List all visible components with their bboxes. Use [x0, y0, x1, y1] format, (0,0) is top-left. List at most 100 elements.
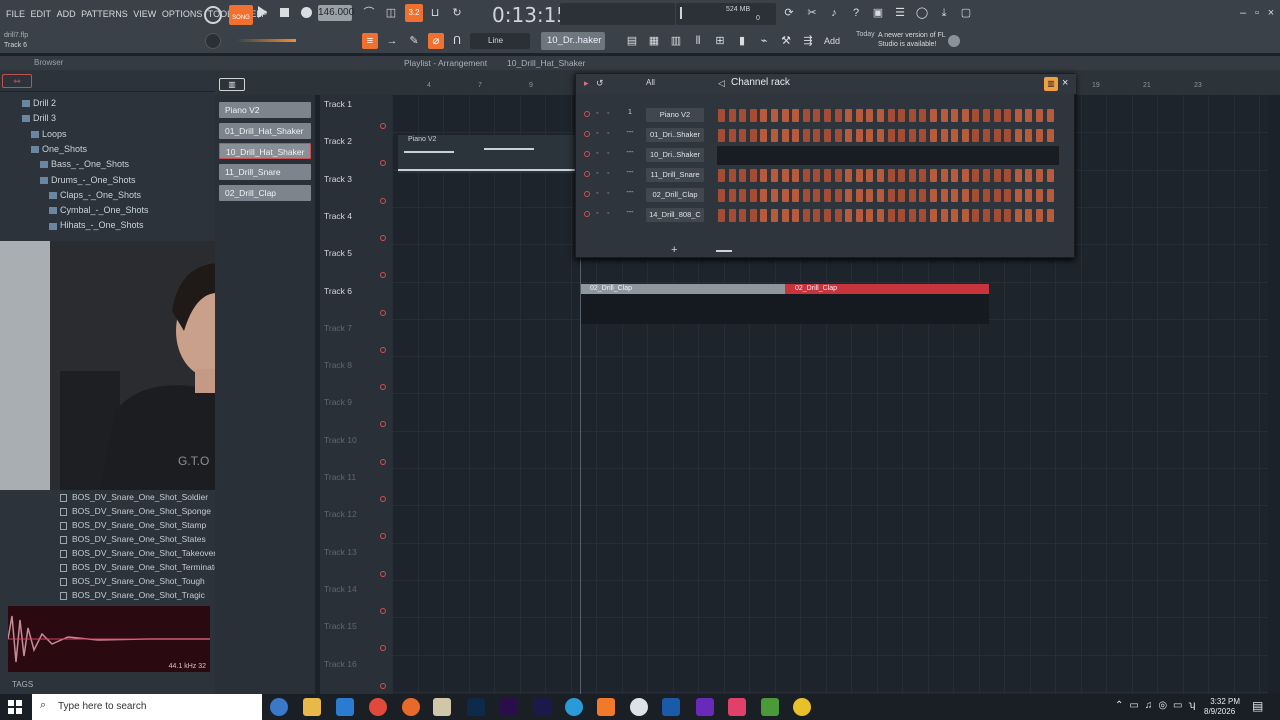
step-button[interactable] — [866, 129, 874, 142]
app-icon[interactable] — [728, 698, 746, 716]
step-button[interactable] — [961, 109, 969, 122]
volume-knob-icon[interactable]: ◦ — [607, 150, 609, 157]
step-button[interactable] — [1046, 169, 1054, 182]
step-button[interactable] — [940, 129, 948, 142]
channel-led[interactable] — [584, 191, 590, 197]
rack-filter[interactable]: All — [646, 78, 655, 87]
step-button[interactable] — [940, 209, 948, 222]
step-button[interactable] — [930, 129, 937, 142]
paint-icon[interactable]: ⌀ — [428, 33, 444, 49]
step-button[interactable] — [760, 109, 768, 122]
rack-arrow-icon[interactable]: ▸ — [584, 78, 589, 89]
channel-rack-window[interactable]: ▸ ↺ All ◁ Channel rack ▥ × ◦ ◦ 1 Piano V2 ◦ ◦… — [575, 73, 1076, 258]
channel-led[interactable] — [584, 131, 590, 137]
track-name[interactable]: Track 14 — [324, 584, 357, 594]
store-icon[interactable] — [336, 698, 354, 716]
step-button[interactable] — [845, 169, 853, 182]
pan-knob-icon[interactable]: ◦ — [596, 170, 598, 177]
file-explorer-icon[interactable] — [303, 698, 321, 716]
piano-roll-preview[interactable] — [717, 146, 1059, 165]
graph-editor-icon[interactable]: ▥ — [1044, 77, 1058, 91]
step-button[interactable] — [877, 169, 884, 182]
clip-clap-a[interactable]: 02_Drill_Clap — [580, 284, 785, 294]
add-channel-button[interactable]: + — [671, 244, 677, 256]
step-button[interactable] — [972, 129, 980, 142]
step-button[interactable] — [771, 189, 778, 202]
step-button[interactable] — [919, 189, 927, 202]
step-button[interactable] — [940, 169, 948, 182]
step-button[interactable] — [877, 209, 884, 222]
playlist-icon[interactable]: ▤ — [625, 34, 639, 48]
step-button[interactable] — [1046, 209, 1054, 222]
track-mute-led[interactable] — [380, 682, 386, 689]
step-button[interactable] — [1025, 209, 1033, 222]
track-mute-led[interactable] — [380, 607, 386, 614]
channel-row[interactable]: ◦ ◦ 1 Piano V2 — [576, 106, 1076, 126]
play-icon[interactable] — [258, 6, 267, 18]
news-icon[interactable] — [948, 35, 960, 47]
rack-swing-icon[interactable]: ↺ — [596, 78, 604, 89]
tags-label[interactable]: TAGS — [12, 680, 33, 689]
step-button[interactable] — [1004, 189, 1012, 202]
volume-knob-icon[interactable]: ◦ — [607, 210, 609, 217]
step-button[interactable] — [1004, 129, 1012, 142]
step-button[interactable] — [781, 169, 789, 182]
tree-folder[interactable]: Drums_-_One_Shots — [0, 175, 136, 190]
step-button[interactable] — [1014, 169, 1022, 182]
stop-icon[interactable] — [280, 8, 289, 17]
step-button[interactable] — [802, 129, 810, 142]
track-mute-led[interactable] — [380, 272, 386, 279]
step-button[interactable] — [951, 169, 959, 182]
touch-icon[interactable]: ⇶ — [801, 34, 815, 48]
track-mute-led[interactable] — [380, 570, 386, 577]
track-name[interactable]: Track 2 — [324, 136, 352, 146]
step-button[interactable] — [855, 109, 863, 122]
file-item[interactable]: BOS_DV_Snare_One_Shot_Terminator — [60, 562, 222, 576]
tree-folder[interactable]: Drill 2 — [0, 98, 56, 113]
track-mute-led[interactable] — [380, 346, 386, 353]
mic-icon[interactable]: ♪ — [827, 6, 841, 20]
wait-icon[interactable]: ◫ — [384, 6, 398, 20]
step-button[interactable] — [728, 209, 736, 222]
mixer-track-number[interactable]: --- — [622, 149, 638, 161]
step-button[interactable] — [813, 129, 821, 142]
mixer-track-number[interactable]: --- — [622, 209, 638, 221]
step-button[interactable] — [845, 109, 853, 122]
step-button[interactable] — [792, 209, 800, 222]
track-name[interactable]: Track 8 — [324, 360, 352, 370]
step-button[interactable] — [771, 209, 778, 222]
step-button[interactable] — [898, 189, 906, 202]
channel-name-button[interactable]: 10_Dri..Shaker — [646, 148, 704, 162]
step-button[interactable] — [1036, 209, 1043, 222]
track-name[interactable]: Track 10 — [324, 435, 357, 445]
pattern-picker-item[interactable]: 11_Drill_Snare — [219, 164, 311, 181]
menu-edit[interactable]: EDIT — [31, 9, 52, 19]
step-button[interactable] — [749, 189, 757, 202]
step-button[interactable] — [792, 129, 800, 142]
pan-knob-icon[interactable]: ◦ — [596, 110, 598, 117]
step-button[interactable] — [1036, 129, 1043, 142]
file-item[interactable]: BOS_DV_Snare_One_Shot_Takeover — [60, 548, 216, 562]
mixer-track-number[interactable]: 1 — [622, 109, 638, 121]
track-mute-led[interactable] — [380, 458, 386, 465]
track-name[interactable]: Track 6 — [324, 286, 352, 296]
step-button[interactable] — [1046, 129, 1054, 142]
track-name[interactable]: Track 5 — [324, 248, 352, 258]
step-button[interactable] — [993, 189, 1001, 202]
step-button[interactable] — [728, 109, 736, 122]
cut-icon[interactable]: ✂ — [805, 6, 819, 20]
tree-folder[interactable]: Claps_-_One_Shots — [0, 190, 141, 205]
clock-date[interactable]: 8/9/2026 — [1204, 707, 1244, 716]
plugin-icon[interactable]: ▮ — [735, 34, 749, 48]
step-button[interactable] — [983, 129, 990, 142]
step-button[interactable] — [1025, 109, 1033, 122]
step-button[interactable] — [834, 169, 842, 182]
tools-icon[interactable]: ⚒ — [779, 34, 793, 48]
track-mute-led[interactable] — [380, 421, 386, 428]
step-button[interactable] — [898, 169, 906, 182]
menu-file[interactable]: FILE — [6, 9, 25, 19]
track-mute-led[interactable] — [380, 309, 386, 316]
close-icon[interactable]: × — [1264, 6, 1278, 20]
step-button[interactable] — [930, 209, 937, 222]
step-button[interactable] — [1004, 209, 1012, 222]
